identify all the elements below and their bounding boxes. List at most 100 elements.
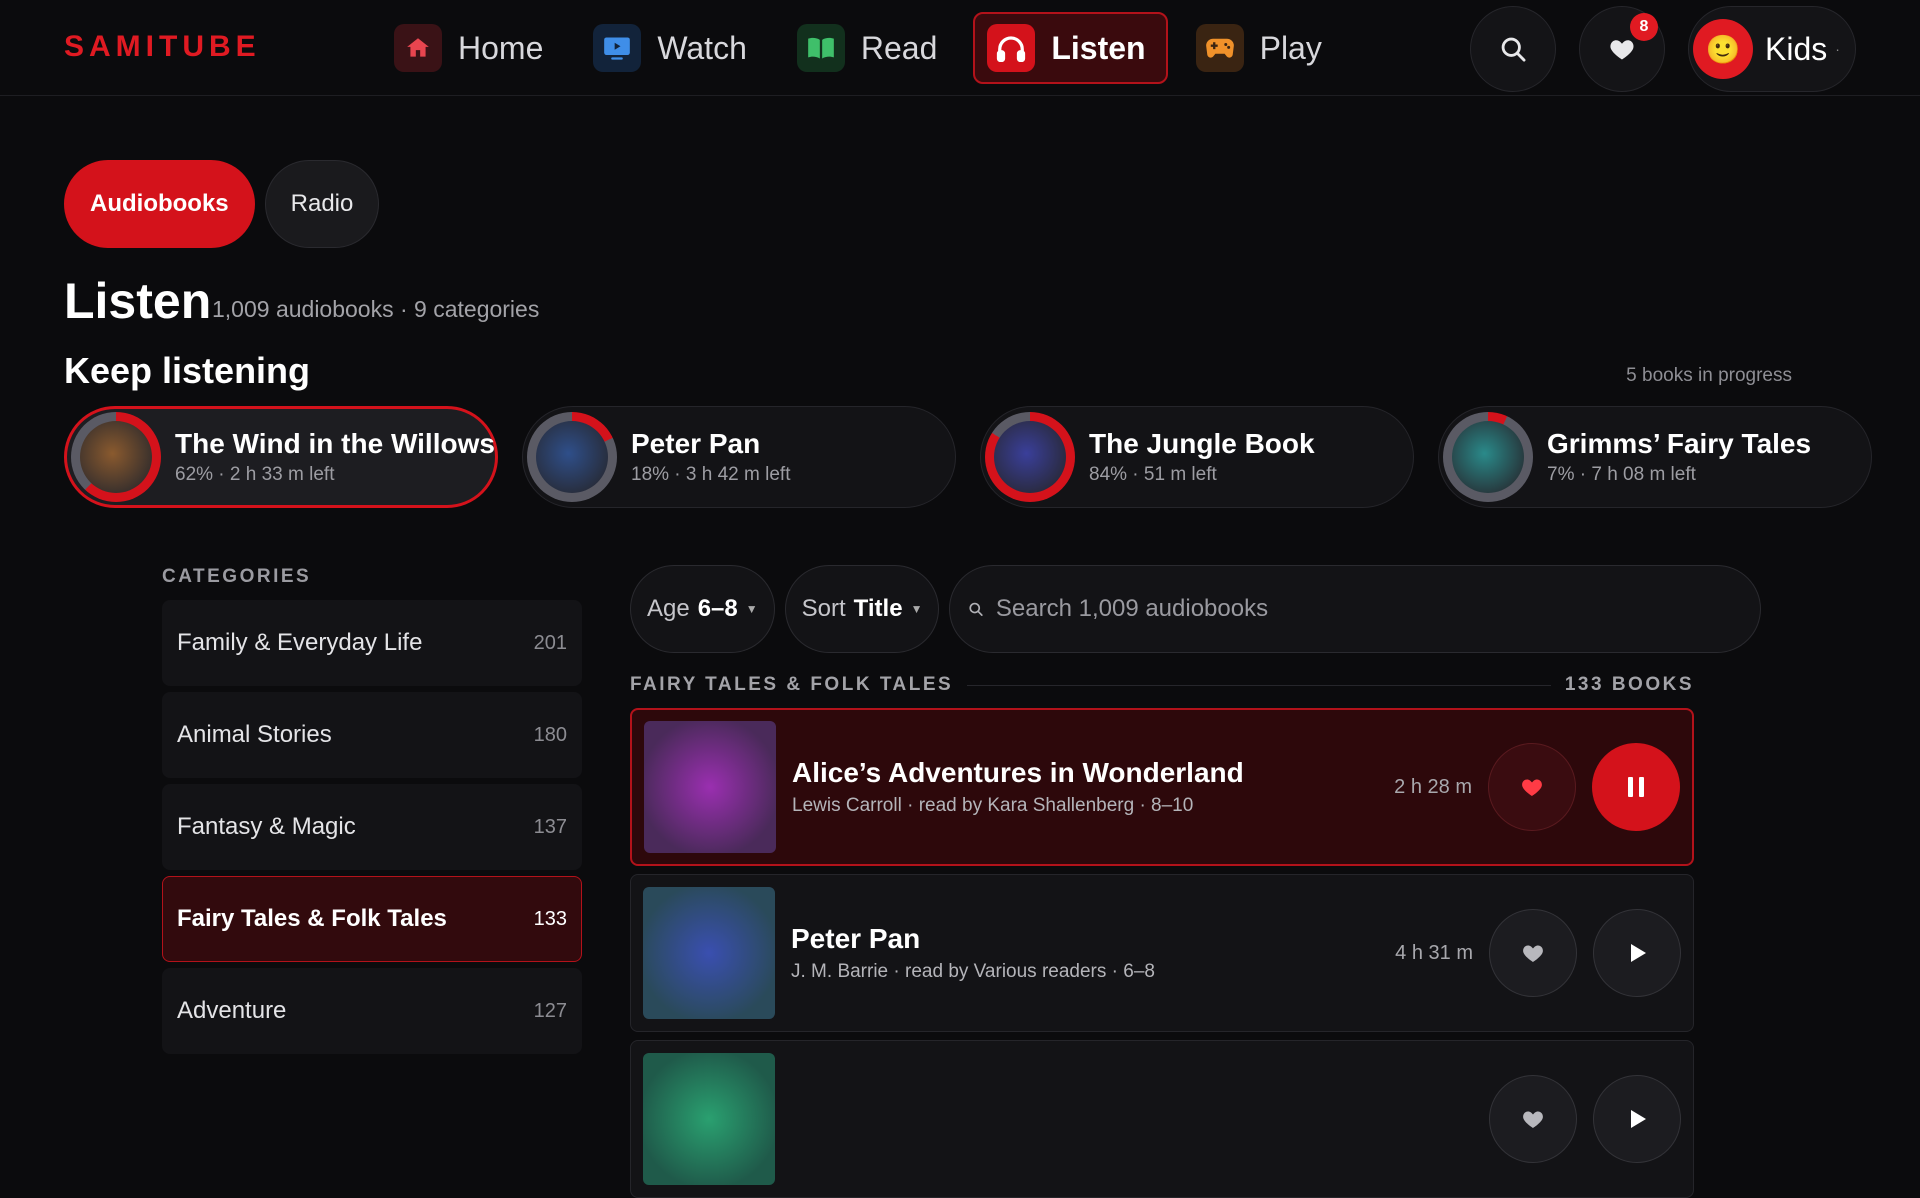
book-duration: 2 h 28 m <box>1394 775 1472 798</box>
nav-play[interactable]: Play <box>1182 12 1344 84</box>
sort-filter-label: Sort <box>801 595 846 622</box>
category-count: 133 <box>533 907 567 930</box>
age-filter[interactable]: Age 6–8 ▼ <box>630 565 775 653</box>
group-count: 133 BOOKS <box>1564 674 1694 695</box>
page-title: Listen <box>64 273 212 329</box>
category-name: Fairy Tales & Folk Tales <box>177 905 447 932</box>
nav-label: Listen <box>1051 29 1146 66</box>
keep-listening-card[interactable]: The Wind in the Willows 62% · 2 h 33 m l… <box>64 406 498 508</box>
profile-dot: · <box>1835 41 1840 57</box>
category-name: Adventure <box>177 997 287 1024</box>
keep-listening-meta: 5 books in progress <box>1626 365 1792 386</box>
progress-ring <box>527 412 617 502</box>
brand-logo[interactable]: SAMITUBE <box>64 30 261 64</box>
favorite-button[interactable] <box>1488 743 1576 831</box>
book-title: Alice’s Adventures in Wonderland <box>792 757 1244 788</box>
heart-icon <box>1523 945 1543 962</box>
book-cover <box>1452 421 1524 493</box>
keep-listening-progress-text: 62% · 2 h 33 m left <box>175 464 335 486</box>
book-row[interactable]: Alice’s Adventures in Wonderland Lewis C… <box>630 708 1694 866</box>
main-nav: Home Watch Read Listen Play <box>380 12 1344 84</box>
favorite-button[interactable] <box>1489 1075 1577 1163</box>
smiley-icon: 🙂 <box>1705 33 1741 65</box>
category-count: 180 <box>533 723 567 746</box>
book-subtitle: Lewis Carroll · read by Kara Shallenberg… <box>792 795 1194 816</box>
sort-filter[interactable]: Sort Title ▼ <box>784 565 940 653</box>
nav-label: Home <box>458 29 544 66</box>
book-row[interactable] <box>630 1040 1694 1198</box>
nav-home[interactable]: Home <box>380 12 565 84</box>
favorites-button[interactable]: 8 <box>1579 6 1665 92</box>
book-row[interactable]: Peter Pan J. M. Barrie · read by Various… <box>630 874 1694 1032</box>
category-list: Family & Everyday Life 201 Animal Stories… <box>162 600 582 1054</box>
book-subtitle: J. M. Barrie · read by Various readers ·… <box>791 961 1155 982</box>
category-name: Family & Everyday Life <box>177 629 423 656</box>
search-icon <box>969 602 984 616</box>
favorites-badge: 8 <box>1630 13 1658 41</box>
book-cover <box>80 421 152 493</box>
headphones-icon <box>987 24 1036 72</box>
group-divider <box>967 684 1551 686</box>
category-name: Animal Stories <box>177 721 332 748</box>
search-input[interactable] <box>995 595 1743 623</box>
tab-radio[interactable]: Radio <box>264 160 380 248</box>
category-item[interactable]: Family & Everyday Life 201 <box>162 600 582 686</box>
sort-filter-value: Title <box>853 595 903 622</box>
keep-listening-progress-text: 84% · 51 m left <box>1089 464 1217 486</box>
book-cover <box>536 421 608 493</box>
keep-listening-title: Keep listening <box>64 350 311 391</box>
heart-icon <box>1610 40 1634 60</box>
category-count: 201 <box>533 631 567 654</box>
progress-ring <box>1443 412 1533 502</box>
pause-button[interactable] <box>1592 743 1680 831</box>
nav-watch[interactable]: Watch <box>579 12 769 84</box>
tab-audiobooks[interactable]: Audiobooks <box>64 160 255 248</box>
keep-listening-title-text: The Wind in the Willows <box>175 427 495 459</box>
book-duration: 4 h 31 m <box>1395 941 1473 964</box>
filter-bar: Age 6–8 ▼ Sort Title ▼ <box>630 565 1762 653</box>
category-count: 127 <box>533 999 567 1022</box>
play-icon <box>1631 944 1646 962</box>
book-cover <box>644 721 776 853</box>
keep-listening-card[interactable]: Peter Pan 18% · 3 h 42 m left <box>522 406 956 508</box>
heart-icon <box>1522 779 1542 796</box>
avatar: 🙂 <box>1693 19 1753 79</box>
category-name: Fantasy & Magic <box>177 813 356 840</box>
play-button[interactable] <box>1593 909 1681 997</box>
heart-icon <box>1523 1111 1543 1128</box>
group-title: FAIRY TALES & FOLK TALES <box>630 674 954 695</box>
group-header: FAIRY TALES & FOLK TALES 133 BOOKS <box>630 674 1694 696</box>
category-count: 137 <box>533 815 567 838</box>
nav-listen[interactable]: Listen <box>973 12 1168 84</box>
search-icon <box>1501 37 1526 62</box>
keep-listening-title-text: Grimms’ Fairy Tales <box>1547 427 1812 459</box>
keep-listening-card[interactable]: The Jungle Book 84% · 51 m left <box>980 406 1414 508</box>
keep-listening-progress-text: 7% · 7 h 08 m left <box>1547 464 1696 486</box>
nav-label: Read <box>860 29 938 66</box>
book-cover <box>994 421 1066 493</box>
chevron-down-icon: ▼ <box>745 602 758 616</box>
top-bar: SAMITUBE Home Watch Read Listen Play 8 🙂… <box>0 0 1920 96</box>
category-item[interactable]: Fantasy & Magic 137 <box>162 784 582 870</box>
category-item[interactable]: Adventure 127 <box>162 968 582 1054</box>
keep-listening-title-text: Peter Pan <box>631 427 761 459</box>
age-filter-label: Age <box>647 595 690 622</box>
favorite-button[interactable] <box>1489 909 1577 997</box>
book-cover <box>643 887 775 1019</box>
search-button[interactable] <box>1470 6 1556 92</box>
keep-listening-row: The Wind in the Willows 62% · 2 h 33 m l… <box>64 406 1872 508</box>
book-icon <box>796 24 845 72</box>
nav-read[interactable]: Read <box>783 12 960 84</box>
category-item[interactable]: Fairy Tales & Folk Tales 133 <box>162 876 582 962</box>
profile-name: Kids <box>1765 30 1828 67</box>
play-button[interactable] <box>1593 1075 1681 1163</box>
search-box <box>949 565 1762 653</box>
listen-tabs: Audiobooks Radio <box>64 160 380 248</box>
nav-label: Play <box>1259 29 1322 66</box>
keep-listening-card[interactable]: Grimms’ Fairy Tales 7% · 7 h 08 m left <box>1438 406 1872 508</box>
gamepad-icon <box>1195 24 1244 72</box>
chevron-down-icon: ▼ <box>910 602 923 616</box>
tv-icon <box>593 24 642 72</box>
profile-button[interactable]: 🙂 Kids · <box>1688 6 1856 92</box>
category-item[interactable]: Animal Stories 180 <box>162 692 582 778</box>
